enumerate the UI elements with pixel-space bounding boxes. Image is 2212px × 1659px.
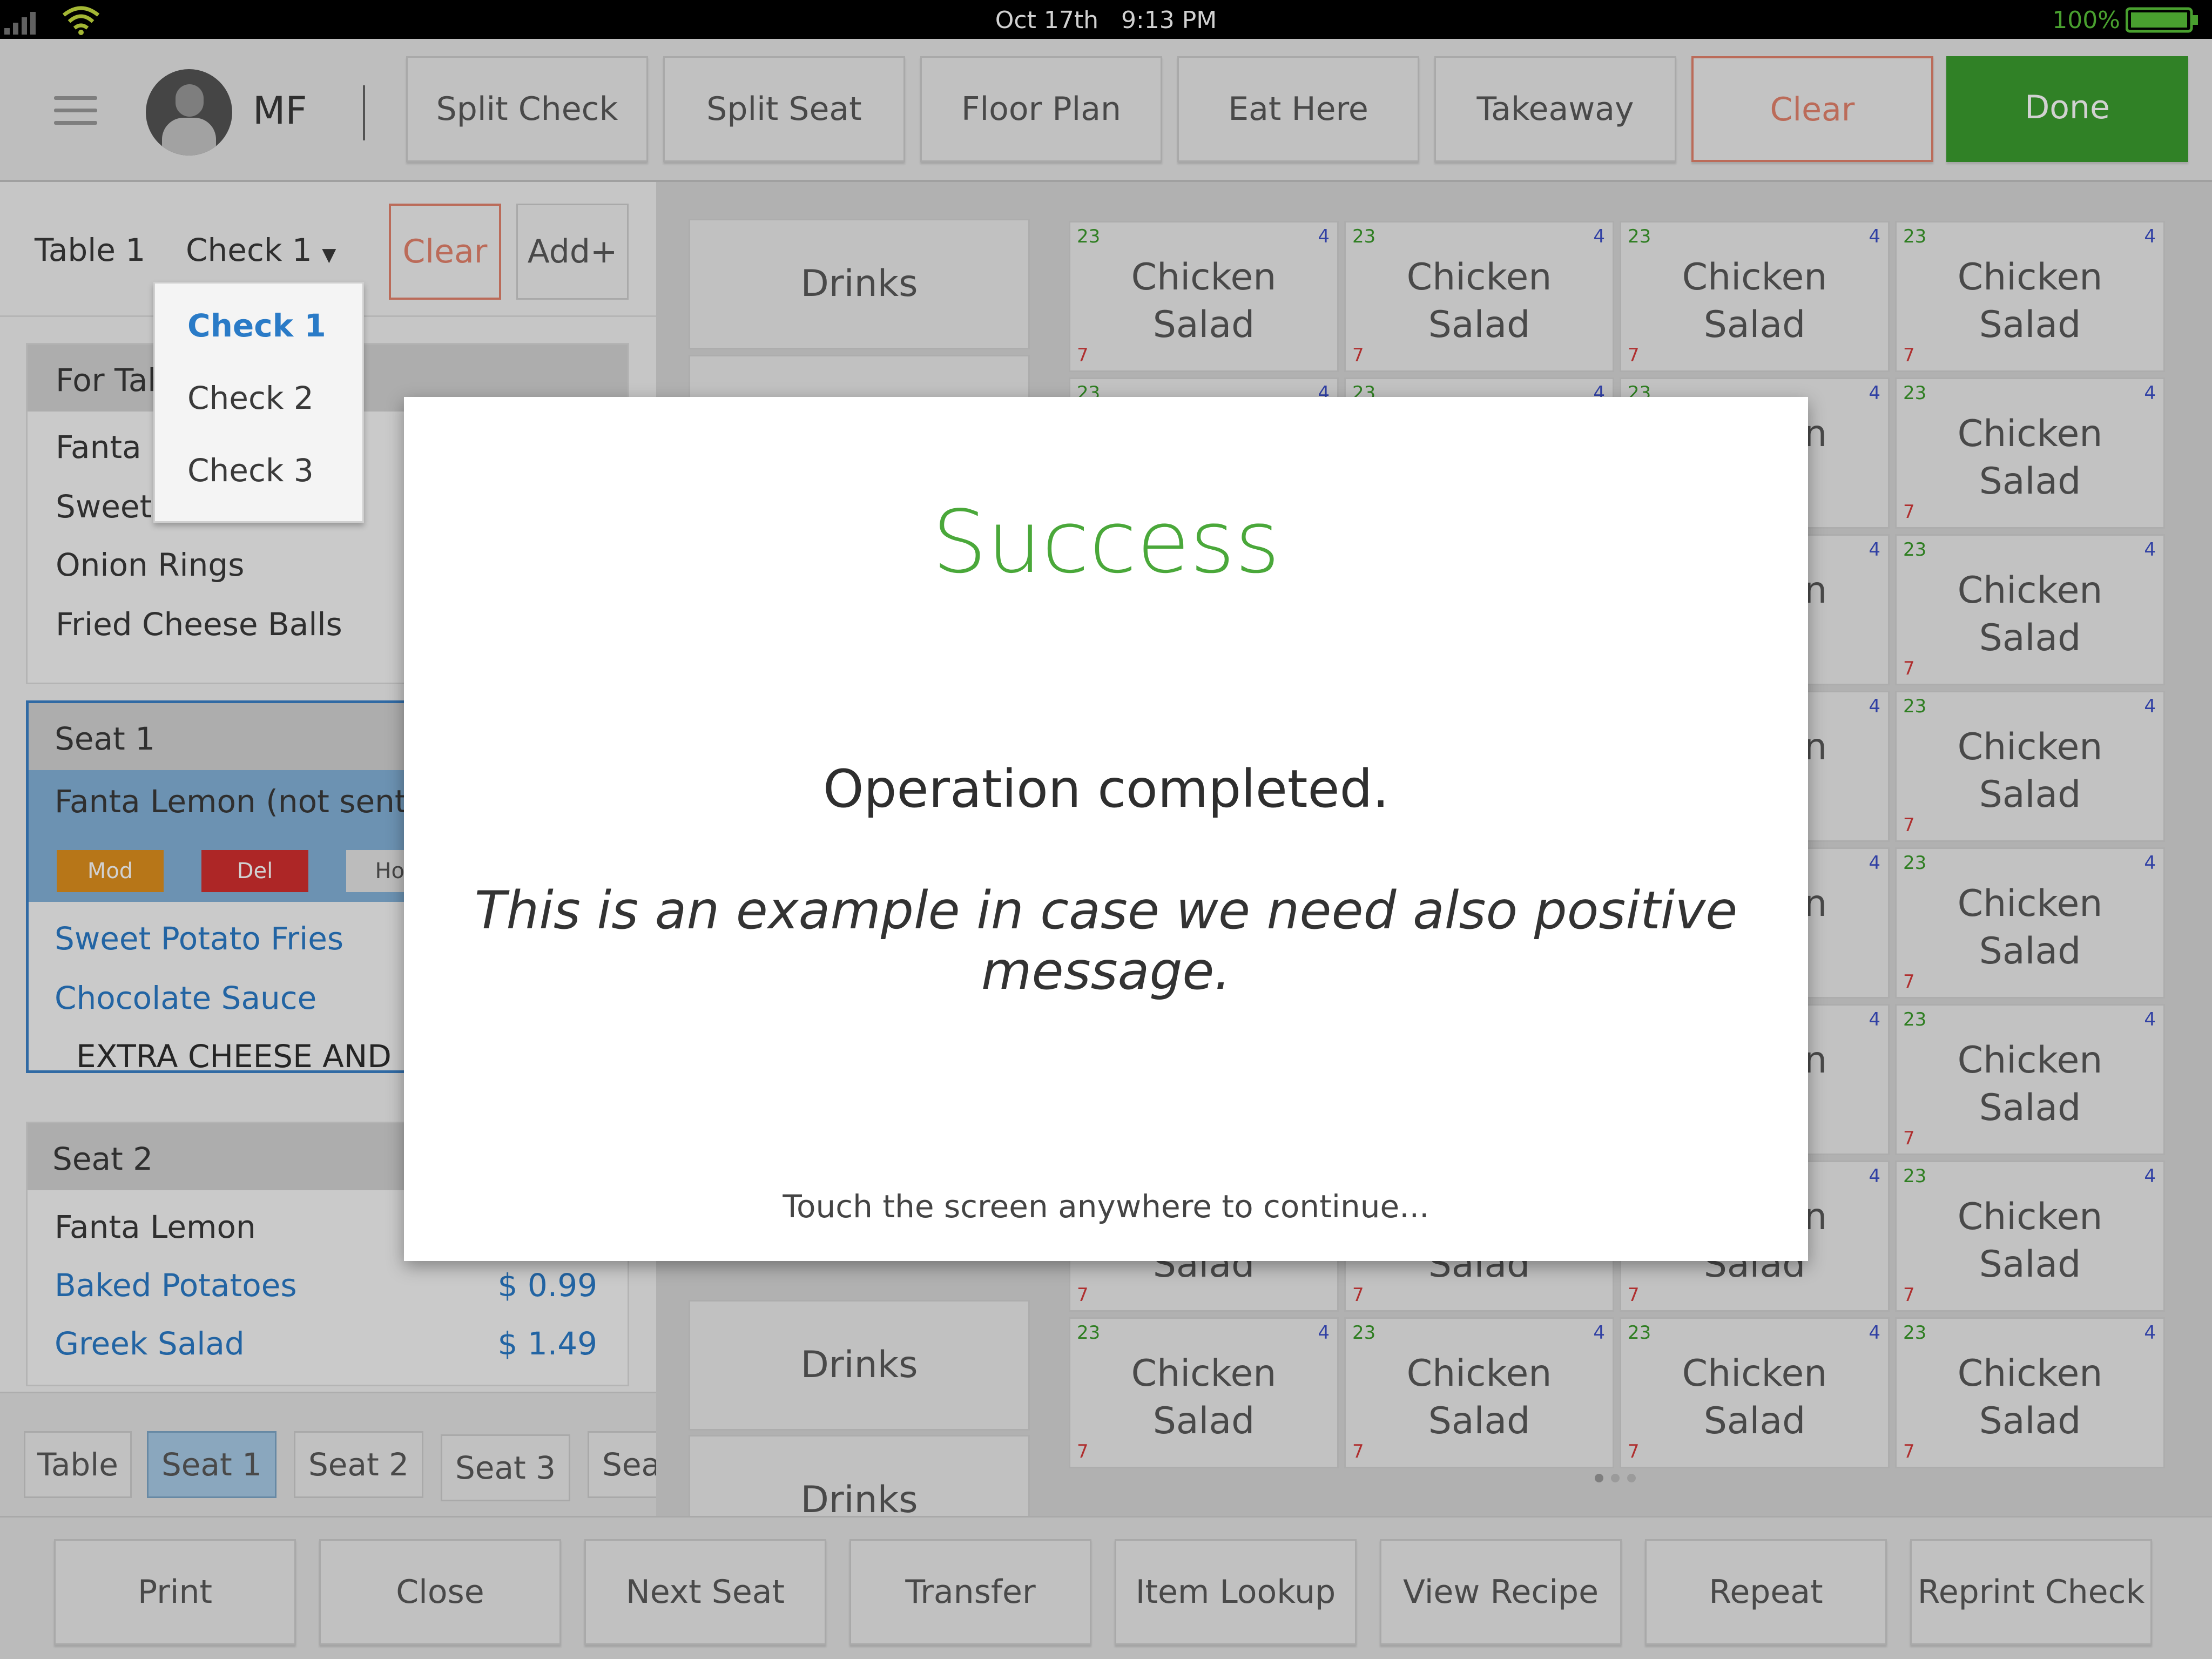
success-dialog[interactable]: Success Operation completed. This is an … — [404, 397, 1808, 1261]
dropdown-option-check-3[interactable]: Check 3 — [187, 452, 314, 489]
dropdown-option-check-2[interactable]: Check 2 — [187, 380, 314, 416]
dialog-heading: Operation completed. — [822, 759, 1390, 819]
dialog-footer: Touch the screen anywhere to continue... — [783, 1188, 1429, 1225]
dropdown-option-check-1[interactable]: Check 1 — [187, 307, 326, 344]
dialog-title: Success — [932, 491, 1280, 592]
dialog-message: This is an example in case we need also … — [474, 880, 1738, 1001]
check-dropdown: Check 1 Check 2 Check 3 — [153, 282, 364, 523]
